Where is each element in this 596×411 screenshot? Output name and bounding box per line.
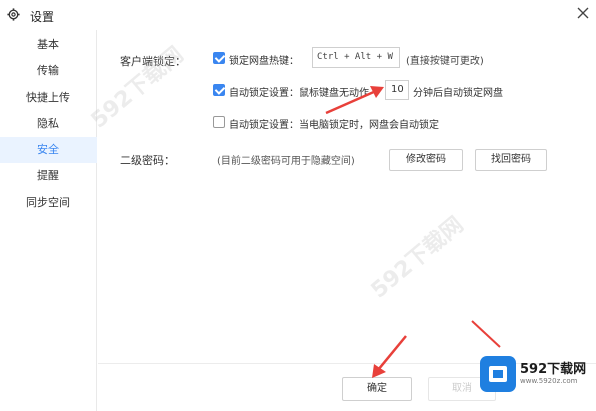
- sidebar-item-label: 快捷上传: [26, 91, 70, 104]
- faint-watermark: 592下载网: [366, 212, 469, 304]
- pc-lock-label: 自动锁定设置：当电脑锁定时，网盘会自动锁定: [229, 120, 439, 131]
- hotkey-input[interactable]: Ctrl + Alt + W: [312, 47, 400, 68]
- watermark-brand: 592下载网: [520, 362, 587, 377]
- idle-lock-suffix: 分钟后自动锁定网盘: [413, 88, 503, 99]
- sidebar-item-label: 隐私: [37, 117, 59, 130]
- sidebar-item-transfer[interactable]: 传输: [0, 58, 97, 84]
- site-logo-icon: [480, 356, 516, 392]
- sidebar-item-label: 提醒: [37, 169, 59, 182]
- pc-lock-checkbox[interactable]: [213, 116, 225, 128]
- close-icon[interactable]: [574, 4, 592, 22]
- sidebar-item-sync-space[interactable]: 同步空间: [0, 190, 97, 216]
- idle-minutes-input[interactable]: 10: [385, 80, 409, 100]
- window-title: 设置: [30, 10, 55, 24]
- sidebar-item-reminder[interactable]: 提醒: [0, 163, 97, 189]
- sidebar-item-privacy[interactable]: 隐私: [0, 111, 97, 137]
- client-lock-label: 客户端锁定：: [120, 55, 186, 68]
- watermark-url: www.5920z.com: [520, 377, 578, 385]
- sidebar-item-label: 同步空间: [26, 196, 70, 209]
- sidebar-item-quick-upload[interactable]: 快捷上传: [0, 85, 97, 111]
- site-watermark: 592下载网 www.5920z.com: [478, 352, 596, 398]
- sidebar-item-label: 安全: [37, 143, 59, 156]
- title-bar: 设置: [0, 0, 596, 30]
- idle-lock-checkbox[interactable]: [213, 84, 225, 96]
- sidebar-item-label: 基本: [37, 38, 59, 51]
- recover-password-button[interactable]: 找回密码: [475, 149, 547, 171]
- settings-sidebar: 基本 传输 快捷上传 隐私 安全 提醒 同步空间: [0, 30, 97, 411]
- hotkey-hint: (直接按键可更改): [406, 56, 484, 67]
- change-password-button[interactable]: 修改密码: [389, 149, 463, 171]
- idle-lock-label: 自动锁定设置：鼠标键盘无动作: [229, 88, 369, 99]
- sidebar-item-basic[interactable]: 基本: [0, 32, 97, 58]
- sidebar-item-label: 传输: [37, 64, 59, 77]
- second-password-label: 二级密码：: [120, 154, 175, 167]
- hotkey-lock-label: 锁定网盘热键：: [229, 56, 299, 67]
- annotation-arrow-icon: [471, 320, 501, 348]
- gear-icon: [7, 8, 20, 21]
- second-password-hint: (目前二级密码可用于隐藏空间): [217, 156, 355, 167]
- ok-button[interactable]: 确定: [342, 377, 412, 401]
- sidebar-item-security[interactable]: 安全: [0, 137, 97, 163]
- hotkey-lock-checkbox[interactable]: [213, 52, 225, 64]
